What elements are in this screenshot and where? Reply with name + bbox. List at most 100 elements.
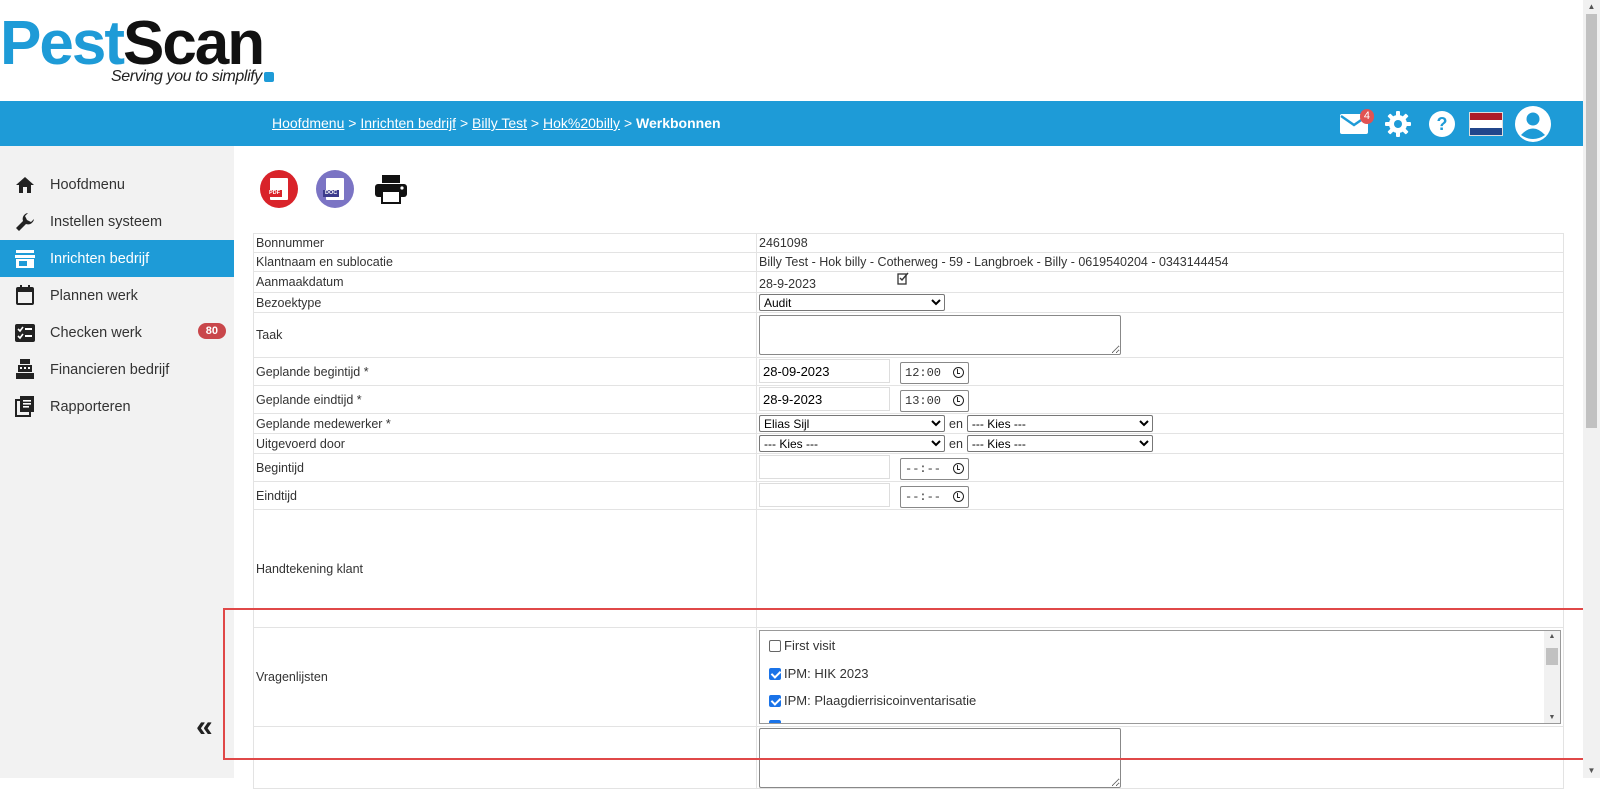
pdf-export-button[interactable]: PDF — [260, 170, 298, 208]
flag-nl-icon[interactable] — [1469, 107, 1503, 141]
taak-textarea[interactable] — [759, 315, 1121, 355]
checklist-icon — [12, 320, 38, 346]
field-label: Vragenlijsten — [253, 627, 757, 727]
clock-icon — [953, 491, 964, 503]
klant-value: Billy Test - Hok billy - Cotherweg - 59 … — [756, 252, 1564, 272]
aanmaakdatum-cell: 28-9-2023 — [756, 271, 1564, 293]
checkbox[interactable] — [769, 720, 781, 723]
werkbon-form: Bonnummer 2461098 Klantnaam en sublocati… — [253, 233, 1564, 789]
wrench-icon — [12, 209, 38, 235]
vragenlijst-item-first-visit[interactable]: First visit — [769, 638, 835, 653]
scroll-down-arrow-icon[interactable]: ▼ — [1544, 714, 1560, 721]
sidebar-item-label: Instellen systeem — [50, 213, 163, 230]
begintijd-input[interactable]: --:-- — [900, 457, 969, 480]
sidebar-item-inrichten-bedrijf[interactable]: Inrichten bedrijf — [0, 240, 234, 277]
scroll-thumb[interactable] — [1586, 14, 1597, 428]
joiner-text: en — [949, 437, 963, 451]
sidebar-item-label: Inrichten bedrijf — [50, 250, 150, 267]
field-label: Taak — [253, 312, 757, 358]
clock-icon — [953, 367, 964, 379]
field-label: Begintijd — [253, 453, 757, 482]
mail-icon[interactable]: 4 — [1337, 107, 1374, 141]
field-label: Aanmaakdatum — [253, 271, 757, 293]
einddatum-input[interactable] — [759, 483, 890, 508]
joiner-text: en — [949, 417, 963, 431]
breadcrumb-separator: > — [623, 115, 633, 131]
clock-icon — [953, 395, 964, 407]
doc-export-button[interactable]: DOC — [316, 170, 354, 208]
medewerker-select-2[interactable]: --- Kies --- — [966, 415, 1153, 432]
header-icons: 4 ? — [1337, 106, 1553, 142]
breadcrumb: Hoofdmenu > Inrichten bedrijf > Billy Te… — [272, 115, 721, 131]
eindtijd-input[interactable]: --:-- — [900, 485, 969, 508]
printer-icon — [375, 175, 407, 204]
breadcrumb-link-inrichten-bedrijf[interactable]: Inrichten bedrijf — [360, 115, 456, 131]
checkbox[interactable] — [769, 639, 781, 652]
mail-badge: 4 — [1359, 109, 1374, 124]
uitgevoerd-select-2[interactable]: --- Kies --- — [966, 435, 1153, 452]
user-icon[interactable] — [1513, 104, 1553, 144]
bezoektype-select[interactable]: Audit — [759, 294, 945, 311]
clock-icon — [953, 463, 964, 475]
doc-icon: DOC — [316, 170, 354, 208]
aanmaakdatum-value: 28-9-2023 — [759, 277, 816, 291]
sidebar-item-label: Checken werk — [50, 324, 142, 341]
extra-textarea[interactable] — [759, 728, 1121, 788]
form-row-bonnummer: Bonnummer 2461098 — [253, 233, 1564, 253]
checkbox[interactable] — [769, 667, 781, 680]
sidebar-item-rapporteren[interactable]: Rapporteren — [0, 388, 234, 425]
sidebar-item-plannen-werk[interactable]: Plannen werk — [0, 277, 234, 314]
edit-date-icon[interactable] — [897, 272, 909, 288]
form-row-begintijd: Begintijd --:-- — [253, 453, 1564, 482]
geplande-begintijd-input[interactable]: 12:00 — [900, 361, 969, 384]
geplande-eindtijd-input[interactable]: 13:00 — [900, 389, 969, 412]
form-row-taak: Taak — [253, 312, 1564, 358]
scroll-up-arrow-icon[interactable]: ▲ — [1544, 633, 1560, 640]
cash-register-icon — [12, 357, 38, 383]
sidebar-item-hoofdmenu[interactable]: Hoofdmenu — [0, 166, 234, 203]
vragenlijsten-listbox[interactable]: First visit IPM: HIK 2023 IPM: Plaagdier… — [759, 630, 1561, 724]
geplande-einddatum-input[interactable] — [759, 387, 890, 412]
field-label: Eindtijd — [253, 481, 757, 510]
sidebar-item-instellen-systeem[interactable]: Instellen systeem — [0, 203, 234, 240]
pestscan-logo: PestScan Serving you to simplify — [0, 8, 290, 96]
geplande-begindatum-input[interactable] — [759, 359, 890, 384]
breadcrumb-link-hok-billy[interactable]: Hok%20billy — [543, 115, 620, 131]
form-row-geplande-begintijd: Geplande begintijd * 12:00 — [253, 357, 1564, 386]
logo-wordmark: PestScan — [0, 9, 265, 78]
checkbox[interactable] — [769, 694, 781, 707]
calendar-icon — [12, 283, 38, 309]
signature-area[interactable] — [756, 509, 1564, 628]
home-icon — [12, 172, 38, 198]
vragenlijst-item-plaagdierrisicoinventarisatie[interactable]: IPM: Plaagdierrisicoinventarisatie — [769, 693, 976, 708]
scroll-up-arrow-icon[interactable]: ▲ — [1583, 0, 1600, 14]
sidebar-collapse-button[interactable]: « — [196, 712, 213, 742]
page-scrollbar[interactable]: ▲ ▼ — [1583, 0, 1600, 778]
listbox-scrollbar[interactable]: ▲ ▼ — [1544, 631, 1560, 723]
field-label: Handtekening klant — [253, 509, 757, 628]
scroll-down-arrow-icon[interactable]: ▼ — [1583, 764, 1600, 778]
field-label: Geplande medewerker * — [253, 413, 757, 434]
medewerker-select-1[interactable]: Elias Sijl — [759, 415, 945, 432]
sidebar-badge: 80 — [197, 323, 226, 339]
sidebar-item-checken-werk[interactable]: Checken werk 80 — [0, 314, 234, 351]
report-icon — [12, 394, 38, 420]
field-label: Geplande eindtijd * — [253, 385, 757, 414]
field-label: Geplande begintijd * — [253, 357, 757, 386]
listbox-scroll-thumb[interactable] — [1546, 648, 1558, 665]
gear-icon[interactable] — [1381, 107, 1415, 141]
help-icon[interactable]: ? — [1425, 107, 1459, 141]
sidebar-item-label: Rapporteren — [50, 398, 131, 415]
uitgevoerd-select-1[interactable]: --- Kies --- — [759, 435, 945, 452]
form-row-eindtijd: Eindtijd --:-- — [253, 481, 1564, 510]
breadcrumb-link-hoofdmenu[interactable]: Hoofdmenu — [272, 115, 344, 131]
field-label: Bonnummer — [253, 233, 757, 253]
breadcrumb-link-billy-test[interactable]: Billy Test — [472, 115, 527, 131]
form-row-vragenlijsten: Vragenlijsten First visit IPM: HIK 2023 … — [253, 627, 1564, 727]
field-label: Klantnaam en sublocatie — [253, 252, 757, 272]
sidebar-item-financieren-bedrijf[interactable]: Financieren bedrijf — [0, 351, 234, 388]
begindatum-input[interactable] — [759, 455, 890, 480]
print-button[interactable] — [372, 170, 410, 208]
vragenlijst-item-hik-2023[interactable]: IPM: HIK 2023 — [769, 666, 869, 681]
field-label: Bezoektype — [253, 292, 757, 313]
